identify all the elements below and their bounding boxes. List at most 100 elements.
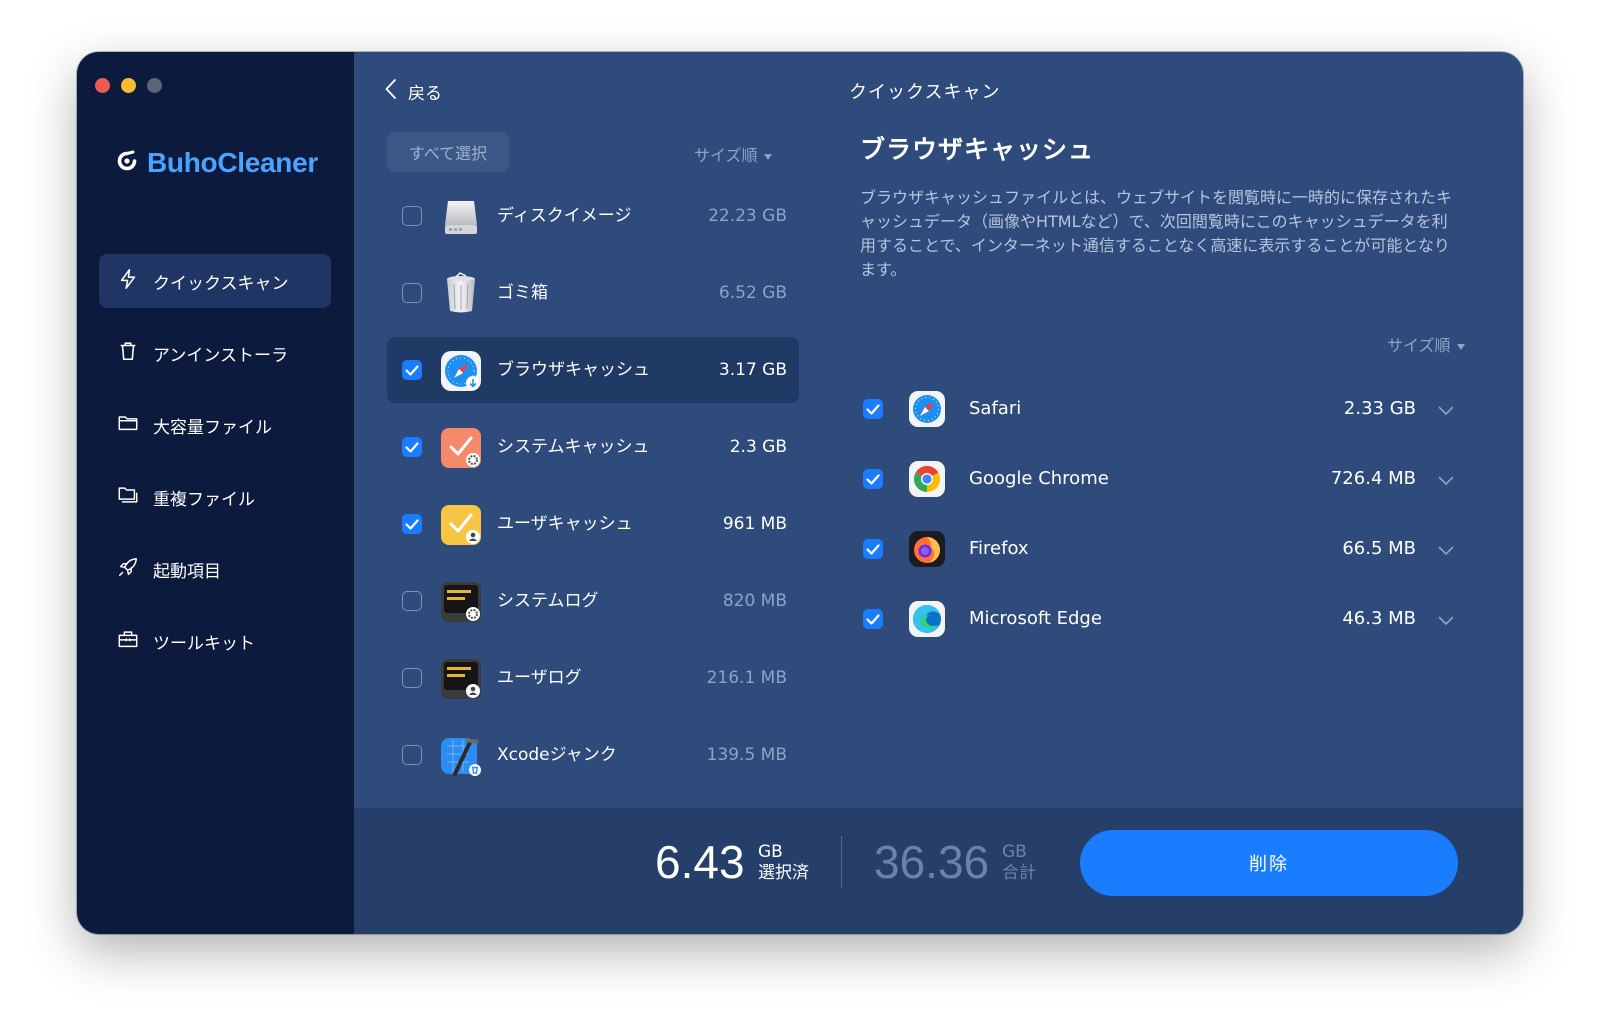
- category-size: 216.1 MB: [706, 668, 787, 688]
- caret-down-icon: [763, 145, 772, 164]
- browser-row-google-chrome[interactable]: Google Chrome 726.4 MB: [856, 444, 1456, 514]
- disk-image-icon: [439, 195, 483, 239]
- sidebar-nav: クイックスキャン アンインストーラ 大容量ファイル 重複ファイル 起動項目 ツー…: [99, 254, 331, 686]
- category-row-xcode-junk[interactable]: Xcodeジャンク 139.5 MB: [387, 722, 799, 788]
- checkbox[interactable]: [402, 437, 422, 457]
- checkbox[interactable]: [863, 399, 883, 419]
- browser-cache-icon: [439, 349, 483, 393]
- chevron-down-icon[interactable]: [1438, 471, 1454, 490]
- sidebar-item-quick-scan[interactable]: クイックスキャン: [99, 254, 331, 308]
- category-size: 3.17 GB: [718, 360, 787, 380]
- checkbox[interactable]: [402, 360, 422, 380]
- category-sort-dropdown[interactable]: サイズ順: [694, 142, 772, 166]
- duplicate-folder-icon: [117, 484, 139, 511]
- select-all-button[interactable]: すべて選択: [387, 132, 509, 172]
- category-row-user-log[interactable]: ユーザログ 216.1 MB: [387, 645, 799, 711]
- checkmark-icon: [405, 441, 419, 453]
- sidebar-item-duplicate-files[interactable]: 重複ファイル: [99, 470, 331, 524]
- detail-description: ブラウザキャッシュファイルとは、ウェブサイトを閲覧時に一時的に保存されたキャッシ…: [860, 188, 1453, 279]
- checkbox[interactable]: [402, 745, 422, 765]
- chevron-down-icon[interactable]: [1438, 401, 1454, 420]
- category-row-user-cache[interactable]: ユーザキャッシュ 961 MB: [387, 491, 799, 557]
- xcode-icon: [439, 734, 483, 778]
- window-controls: [95, 78, 162, 93]
- chevron-left-icon: [384, 78, 398, 105]
- checkbox[interactable]: [863, 609, 883, 629]
- browser-size: 66.5 MB: [1342, 538, 1416, 559]
- category-row-trash[interactable]: ゴミ箱 6.52 GB: [387, 260, 799, 326]
- checkbox[interactable]: [402, 283, 422, 303]
- checkmark-icon: [866, 403, 880, 415]
- sidebar-item-startup-items[interactable]: 起動項目: [99, 542, 331, 596]
- checkbox[interactable]: [402, 514, 422, 534]
- category-label: ディスクイメージ: [497, 206, 632, 226]
- category-row-browser-cache[interactable]: ブラウザキャッシュ 3.17 GB: [387, 337, 799, 403]
- category-label: システムログ: [497, 591, 599, 611]
- checkmark-icon: [866, 613, 880, 625]
- browser-row-microsoft-edge[interactable]: Microsoft Edge 46.3 MB: [856, 584, 1456, 654]
- safari-icon: [907, 389, 947, 429]
- browser-size: 46.3 MB: [1342, 608, 1416, 629]
- sidebar: BuhoCleaner クイックスキャン アンインストーラ 大容量ファイル 重複…: [77, 52, 354, 934]
- category-row-system-log[interactable]: システムログ 820 MB: [387, 568, 799, 634]
- toolbox-icon: [117, 628, 139, 655]
- total-unit: GB: [1002, 842, 1027, 862]
- total-size-unit: GB 合計: [1002, 842, 1036, 884]
- category-size: 820 MB: [722, 591, 787, 611]
- user-log-icon: [439, 657, 483, 701]
- sidebar-item-label: アンインストーラ: [153, 345, 288, 366]
- category-row-system-cache[interactable]: システムキャッシュ 2.3 GB: [387, 414, 799, 480]
- browser-sort-dropdown[interactable]: サイズ順: [1387, 332, 1465, 356]
- bolt-icon: [117, 268, 139, 295]
- system-log-icon: [439, 580, 483, 624]
- browser-name: Microsoft Edge: [969, 608, 1102, 629]
- category-label: ブラウザキャッシュ: [497, 360, 650, 380]
- browser-list: Safari 2.33 GB Google Chrome 726.4 MB Fi…: [856, 374, 1456, 654]
- checkmark-icon: [866, 543, 880, 555]
- buho-logo-icon: [115, 149, 139, 177]
- category-size: 22.23 GB: [708, 206, 787, 226]
- sidebar-item-label: ツールキット: [153, 633, 255, 654]
- chevron-down-icon[interactable]: [1438, 611, 1454, 630]
- app-name: BuhoCleaner: [147, 147, 318, 178]
- sidebar-item-large-files[interactable]: 大容量ファイル: [99, 398, 331, 452]
- sidebar-item-toolkit[interactable]: ツールキット: [99, 614, 331, 668]
- browser-row-safari[interactable]: Safari 2.33 GB: [856, 374, 1456, 444]
- main-panel: 戻る クイックスキャン すべて選択 サイズ順 ディスクイメージ 22.23 GB…: [354, 52, 1523, 934]
- firefox-icon: [907, 529, 947, 569]
- browser-name: Firefox: [969, 538, 1029, 559]
- selected-label: 選択済: [758, 863, 809, 883]
- browser-size: 726.4 MB: [1330, 468, 1416, 489]
- checkbox[interactable]: [863, 469, 883, 489]
- checkbox[interactable]: [402, 591, 422, 611]
- browser-row-firefox[interactable]: Firefox 66.5 MB: [856, 514, 1456, 584]
- footer-bar: 6.43 GB 選択済 36.36 GB 合計 削除: [354, 808, 1523, 934]
- browser-size: 2.33 GB: [1343, 398, 1416, 419]
- delete-button[interactable]: 削除: [1080, 830, 1458, 896]
- chevron-down-icon[interactable]: [1438, 541, 1454, 560]
- rocket-icon: [117, 556, 139, 583]
- brand: BuhoCleaner: [115, 147, 318, 179]
- sidebar-item-uninstaller[interactable]: アンインストーラ: [99, 326, 331, 380]
- checkbox[interactable]: [863, 539, 883, 559]
- category-label: Xcodeジャンク: [497, 745, 617, 765]
- user-cache-icon: [439, 503, 483, 547]
- category-label: ユーザログ: [497, 668, 582, 688]
- category-list: ディスクイメージ 22.23 GB ゴミ箱 6.52 GB ブラウザキャッシュ …: [387, 183, 799, 799]
- browser-name: Google Chrome: [969, 468, 1109, 489]
- sidebar-item-label: クイックスキャン: [153, 273, 289, 294]
- category-row-disk-image[interactable]: ディスクイメージ 22.23 GB: [387, 183, 799, 249]
- trash-can-icon: [439, 272, 483, 316]
- detail-title: ブラウザキャッシュ: [860, 135, 1095, 164]
- zoom-window-button[interactable]: [147, 78, 162, 93]
- minimize-window-button[interactable]: [121, 78, 136, 93]
- checkbox[interactable]: [402, 668, 422, 688]
- sidebar-item-label: 大容量ファイル: [153, 417, 272, 438]
- checkbox[interactable]: [402, 206, 422, 226]
- selected-size-value: 6.43: [655, 836, 745, 888]
- category-size: 139.5 MB: [706, 745, 787, 765]
- close-window-button[interactable]: [95, 78, 110, 93]
- sort-label: サイズ順: [1387, 336, 1451, 355]
- back-button[interactable]: 戻る: [384, 78, 442, 105]
- footer-divider: [841, 836, 842, 888]
